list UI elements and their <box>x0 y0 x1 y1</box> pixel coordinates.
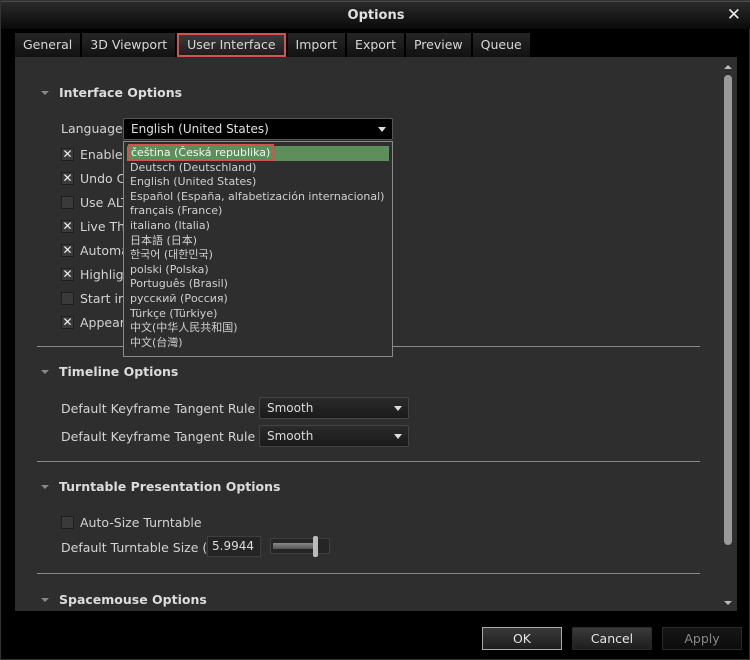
language-dropdown-list: čeština (Česká republika) Deutsch (Deuts… <box>123 141 393 357</box>
checkbox-label: Auto-Size Turntable <box>80 515 202 530</box>
section-divider <box>37 461 700 462</box>
tab-import[interactable]: Import <box>287 33 346 57</box>
option-label: čeština (Česká republika) <box>127 144 275 161</box>
vertical-scrollbar[interactable] <box>723 65 733 605</box>
turntable-options-header[interactable]: Turntable Presentation Options <box>41 479 280 494</box>
language-option[interactable]: 한국어 (대한민국) <box>127 248 389 263</box>
language-option[interactable]: 日本語 (日本) <box>127 234 389 249</box>
scroll-thumb[interactable] <box>724 75 732 545</box>
checkbox-box[interactable] <box>61 196 74 209</box>
language-option[interactable]: English (United States) <box>127 175 389 190</box>
language-option[interactable]: français (France) <box>127 204 389 219</box>
collapse-triangle-icon <box>41 369 49 374</box>
checkbox-auto-size-turntable[interactable]: Auto-Size Turntable <box>61 515 202 530</box>
section-title: Timeline Options <box>59 364 179 379</box>
tab-user-interface[interactable]: User Interface <box>177 33 286 57</box>
tab-queue[interactable]: Queue <box>472 33 530 57</box>
language-option[interactable]: 中文(台灣) <box>127 336 389 351</box>
checkbox-box[interactable]: ✕ <box>61 268 74 281</box>
checkbox-box[interactable] <box>61 292 74 305</box>
options-dialog: Options ✕ General 3D Viewport User Inter… <box>0 0 750 660</box>
settings-panel: Interface Options Language English (Unit… <box>15 57 737 611</box>
checkbox-highlight[interactable]: ✕ Highligh <box>61 267 132 282</box>
checkbox-use-alt[interactable]: Use ALT- <box>61 195 132 210</box>
collapse-triangle-icon <box>41 90 49 95</box>
turntable-size-input[interactable]: 5.9944 <box>207 536 261 557</box>
select-value: Smooth <box>267 429 314 443</box>
section-divider <box>37 573 700 574</box>
language-option[interactable]: Português (Brasil) <box>127 277 389 292</box>
select-value: Smooth <box>267 401 314 415</box>
interface-options-header[interactable]: Interface Options <box>41 85 182 100</box>
checkbox-box[interactable]: ✕ <box>61 220 74 233</box>
timeline-options-header[interactable]: Timeline Options <box>41 364 178 379</box>
chevron-down-icon <box>394 406 402 411</box>
close-icon[interactable]: ✕ <box>727 5 741 25</box>
checkbox-box[interactable]: ✕ <box>61 172 74 185</box>
scroll-up-arrow-icon[interactable] <box>724 65 732 69</box>
tangent-in-label: Default Keyframe Tangent Rule In <box>61 401 271 416</box>
chevron-down-icon <box>394 434 402 439</box>
title-bar: Options ✕ <box>1 1 750 29</box>
turntable-size-label: Default Turntable Size (m) <box>61 540 225 555</box>
checkbox-box[interactable] <box>61 516 74 529</box>
language-option[interactable]: русский (Россия) <box>127 292 389 307</box>
tangent-out-label: Default Keyframe Tangent Rule Out <box>61 429 282 444</box>
chevron-down-icon <box>378 127 386 132</box>
window-title: Options <box>347 8 405 23</box>
spacemouse-options-header[interactable]: Spacemouse Options <box>41 592 207 607</box>
turntable-size-slider[interactable] <box>270 536 330 557</box>
tab-bar: General 3D Viewport User Interface Impor… <box>15 33 530 57</box>
collapse-triangle-icon <box>41 597 49 602</box>
tangent-in-select[interactable]: Smooth <box>259 397 409 419</box>
checkbox-box[interactable]: ✕ <box>61 244 74 257</box>
section-title: Interface Options <box>59 85 183 100</box>
language-option[interactable]: polski (Polska) <box>127 263 389 278</box>
language-option[interactable]: 中文(中华人民共和国) <box>127 321 389 336</box>
checkbox-appearance[interactable]: ✕ Appeara <box>61 315 133 330</box>
tab-general[interactable]: General <box>15 33 81 57</box>
ok-button[interactable]: OK <box>482 627 562 650</box>
scroll-down-arrow-icon[interactable] <box>724 601 732 605</box>
tab-preview[interactable]: Preview <box>405 33 471 57</box>
tab-export[interactable]: Export <box>347 33 404 57</box>
section-title: Turntable Presentation Options <box>59 479 281 494</box>
language-value: English (United States) <box>131 122 269 136</box>
language-option[interactable]: italiano (Italia) <box>127 219 389 234</box>
language-select[interactable]: English (United States) <box>123 118 393 140</box>
cancel-button[interactable]: Cancel <box>572 627 652 650</box>
slider-fill <box>273 543 314 549</box>
tab-3d-viewport[interactable]: 3D Viewport <box>82 33 176 57</box>
language-option[interactable]: Türkçe (Türkiye) <box>127 307 389 322</box>
checkbox-box[interactable]: ✕ <box>61 148 74 161</box>
section-title: Spacemouse Options <box>59 592 207 607</box>
tangent-out-select[interactable]: Smooth <box>259 425 409 447</box>
language-label: Language <box>61 121 123 136</box>
slider-thumb[interactable] <box>313 536 318 557</box>
language-option[interactable]: Español (España, alfabetización internac… <box>127 190 389 205</box>
apply-button[interactable]: Apply <box>662 627 742 650</box>
collapse-triangle-icon <box>41 484 49 489</box>
language-option[interactable]: čeština (Česká republika) <box>127 144 389 161</box>
language-option[interactable]: Deutsch (Deutschland) <box>127 161 389 176</box>
checkbox-box[interactable]: ✕ <box>61 316 74 329</box>
